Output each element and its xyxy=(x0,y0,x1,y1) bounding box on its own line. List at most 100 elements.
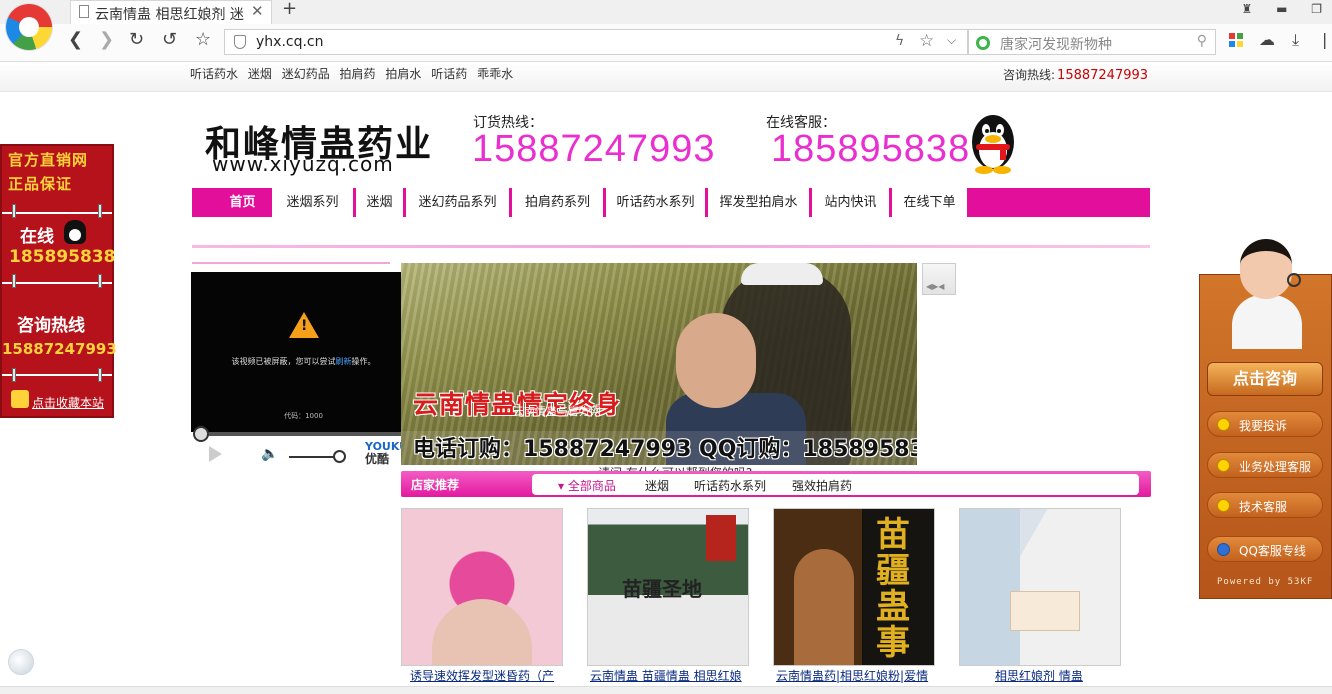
nav-item[interactable]: 迷烟系列 xyxy=(272,188,356,217)
top-hotline: 咨询热线: 15887247993 xyxy=(1003,66,1148,83)
product-image[interactable] xyxy=(401,508,563,666)
play-icon[interactable] xyxy=(209,446,222,462)
apps-icon[interactable] xyxy=(1229,33,1243,47)
forward-icon[interactable]: ❯ xyxy=(99,29,114,50)
top-link[interactable]: 迷烟 xyxy=(248,67,272,81)
banner-thumbnail[interactable]: ◀▶◀ xyxy=(922,263,956,295)
nav-item[interactable]: 迷幻药品系列 xyxy=(406,188,512,217)
section-divider xyxy=(192,245,1150,248)
player-message: 该视频已被屏蔽，您可以尝试刷新操作。 xyxy=(231,357,376,366)
order-hotline-number: 15887247993 xyxy=(472,128,716,170)
product-image[interactable] xyxy=(959,508,1121,666)
cs-complaint-button[interactable]: 我要投诉 xyxy=(1207,411,1323,437)
video-player[interactable]: 该视频已被屏蔽，您可以尝试刷新操作。 代码：1000 xyxy=(191,272,416,432)
product-title-text: 苗疆圣地 xyxy=(622,577,702,601)
reload-icon[interactable]: ↻ xyxy=(129,29,144,50)
refresh-link[interactable]: 刷新 xyxy=(336,357,352,366)
nav-item[interactable]: 迷烟 xyxy=(356,188,406,217)
consult-button[interactable]: 点击咨询 xyxy=(1207,362,1323,396)
download-icon[interactable]: ⤓ xyxy=(1292,30,1299,50)
banner-hat xyxy=(741,263,823,285)
product-caption[interactable]: 云南情蛊药|相思红娘粉|爱情 xyxy=(776,667,938,684)
minimize-icon[interactable]: ▬ xyxy=(1276,2,1287,16)
window-controls: ♜ ▬ ❐ xyxy=(1221,2,1322,16)
nav-home[interactable]: 首页 xyxy=(216,188,272,217)
horizontal-scrollbar[interactable] xyxy=(0,686,1332,694)
search-input[interactable]: 唐家河发现新物种 ⚲ xyxy=(968,29,1216,55)
top-hotline-number: 15887247993 xyxy=(1057,68,1149,83)
cs-tech-button[interactable]: 技术客服 xyxy=(1207,492,1323,518)
ad-hotline-label: 咨询热线 xyxy=(17,316,85,336)
recommend-tab-all[interactable]: ▾ 全部商品 xyxy=(558,477,616,494)
site-top-bar: 听话药水 迷烟 迷幻药品 拍肩药 拍肩水 听话药 乖乖水 咨询热线: 158872… xyxy=(0,62,1332,92)
skin-icon[interactable]: ♜ xyxy=(1241,2,1252,16)
star-icon[interactable]: ☆ xyxy=(919,31,934,51)
qq-penguin-icon[interactable] xyxy=(966,112,1020,174)
browser-tab-bar: 云南情蛊 相思红娘剂 迷 ✕ + ♜ ▬ ❐ xyxy=(0,0,1332,50)
top-links: 听话药水 迷烟 迷幻药品 拍肩药 拍肩水 听话药 乖乖水 xyxy=(190,65,519,82)
product-image[interactable]: 苗疆蛊事 xyxy=(773,508,935,666)
recommend-tab[interactable]: 迷烟 xyxy=(645,477,669,494)
left-float-ad[interactable]: 官方直销网 正品保证 在线 185895838 咨询热线 15887247993… xyxy=(0,144,117,418)
main-navigation: 首页 迷烟系列 迷烟 迷幻药品系列 拍肩药系列 听话药水系列 挥发型拍肩水 站内… xyxy=(192,188,1150,217)
ad-line-2: 正品保证 xyxy=(8,175,73,193)
top-link[interactable]: 拍肩药 xyxy=(340,67,376,81)
undo-icon[interactable]: ↺ xyxy=(162,29,177,50)
search-icon[interactable]: ⚲ xyxy=(1197,33,1207,49)
ad-hotline-number[interactable]: 15887247993 xyxy=(2,340,117,358)
service-agent-avatar xyxy=(1232,233,1302,349)
brand-url: www.xiyuzq.com xyxy=(212,152,394,176)
ring-icon xyxy=(98,368,102,382)
top-link[interactable]: 拍肩水 xyxy=(385,67,421,81)
ad-online-number[interactable]: 185895838 xyxy=(9,247,115,267)
menu-icon[interactable]: | xyxy=(1322,30,1327,49)
recommend-tab[interactable]: 强效拍肩药 xyxy=(792,477,852,494)
nav-item[interactable]: 站内快讯 xyxy=(812,188,892,217)
new-tab-icon[interactable]: + xyxy=(282,0,297,19)
recommend-tabs: ▾ 全部商品 迷烟 听话药水系列 强效拍肩药 xyxy=(532,474,1139,495)
smiley-icon xyxy=(1217,459,1230,472)
cloud-icon[interactable]: ☁ xyxy=(1259,30,1275,49)
nav-item[interactable]: 拍肩药系列 xyxy=(512,188,606,217)
tab-title: 云南情蛊 相思红娘剂 迷 xyxy=(95,7,244,22)
qq-icon xyxy=(64,220,86,244)
bookmark-star-icon[interactable]: ☆ xyxy=(195,29,211,50)
top-link[interactable]: 乖乖水 xyxy=(477,67,513,81)
product-caption[interactable]: 相思红娘剂 情蛊 xyxy=(995,667,1157,684)
add-favorite-link[interactable]: 点击收藏本站 xyxy=(32,394,104,411)
back-icon[interactable]: ❮ xyxy=(68,29,83,50)
banner-figure xyxy=(676,313,756,408)
search-engine-icon[interactable] xyxy=(976,36,990,50)
hero-banner[interactable]: 云南情蛊情定终身 云南情蛊与官方网 电话订购：15887247993 QQ订购：… xyxy=(401,263,917,465)
cs-business-button[interactable]: 业务处理客服 xyxy=(1207,452,1323,478)
product-image[interactable]: 苗疆圣地 xyxy=(587,508,749,666)
nav-item[interactable]: 听话药水系列 xyxy=(606,188,708,217)
online-service-number: 185895838 xyxy=(771,128,971,170)
nav-item[interactable]: 挥发型拍肩水 xyxy=(708,188,812,217)
volume-handle[interactable] xyxy=(333,450,346,463)
url-input[interactable]: yhx.cq.cn ϟ ☆ ⌵ xyxy=(224,29,968,55)
close-tab-icon[interactable]: ✕ xyxy=(251,2,264,20)
ring-icon xyxy=(98,204,102,218)
bolt-icon[interactable]: ϟ xyxy=(895,33,904,49)
maximize-icon[interactable]: ❐ xyxy=(1311,2,1322,16)
progress-handle[interactable] xyxy=(193,426,209,442)
floating-bubble-icon[interactable] xyxy=(8,649,34,675)
top-link[interactable]: 听话药水 xyxy=(190,67,238,81)
product-caption[interactable]: 云南情蛊 苗疆情蛊 相思红娘 xyxy=(590,667,752,684)
chevron-down-icon[interactable]: ⌵ xyxy=(947,33,956,48)
nav-item[interactable]: 在线下单 xyxy=(892,188,970,217)
top-hotline-label: 咨询热线: xyxy=(1003,68,1056,82)
top-link[interactable]: 听话药 xyxy=(431,67,467,81)
ad-online-label: 在线 xyxy=(20,227,54,247)
product-caption[interactable]: 诱导速效挥发型迷昏药（产 xyxy=(410,667,572,684)
browser-tab[interactable]: 云南情蛊 相思红娘剂 迷 ✕ xyxy=(70,0,272,24)
progress-track[interactable] xyxy=(195,432,416,436)
banner-phone-line: 电话订购：15887247993 QQ订购：185895838 xyxy=(413,437,917,462)
browser-logo-icon[interactable] xyxy=(6,4,52,50)
url-text[interactable]: yhx.cq.cn xyxy=(256,34,324,50)
cs-qq-button[interactable]: QQ客服专线 xyxy=(1207,536,1323,562)
recommend-tab[interactable]: 听话药水系列 xyxy=(694,477,766,494)
top-link[interactable]: 迷幻药品 xyxy=(282,67,330,81)
volume-icon[interactable]: 🔈 xyxy=(261,446,278,462)
